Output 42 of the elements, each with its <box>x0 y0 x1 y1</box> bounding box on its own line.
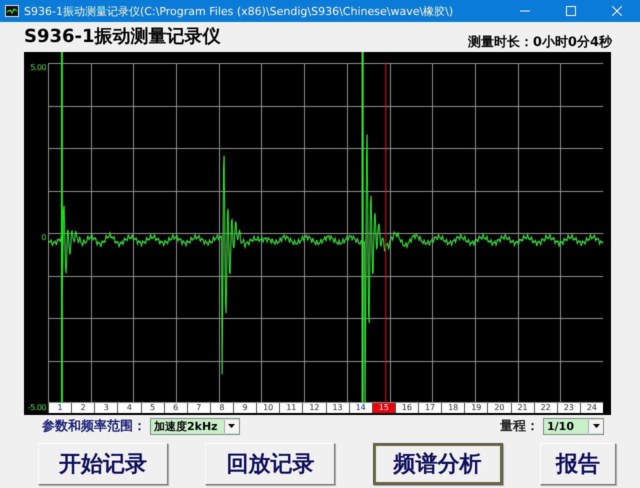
index-cell[interactable]: 1 <box>48 403 72 413</box>
index-cell[interactable]: 20 <box>487 403 510 413</box>
index-cell[interactable]: 22 <box>534 403 557 413</box>
action-button[interactable]: 频谱分析 <box>372 443 503 485</box>
scale-label: 量程： <box>500 418 539 435</box>
index-cell[interactable]: 21 <box>510 403 534 413</box>
duration-text: 测量时长：0小时0分4秒 <box>468 34 612 51</box>
app-title: S936-1振动测量记录仪 <box>24 25 221 48</box>
index-cell[interactable]: 7 <box>186 403 210 413</box>
index-cell[interactable]: 24 <box>580 403 603 413</box>
index-cell[interactable]: 13 <box>326 403 349 413</box>
index-cell[interactable]: 5 <box>140 403 164 413</box>
index-cell[interactable]: 11 <box>279 403 302 413</box>
axis-label: 0 <box>41 233 46 243</box>
index-cell[interactable]: 19 <box>464 403 488 413</box>
maximize-icon <box>566 6 576 16</box>
range-label: 参数和频率范围： <box>42 418 146 435</box>
scale-dropdown[interactable]: 1/10 <box>543 418 604 434</box>
window-title: S936-1振动测量记录仪(C:\Program Files (x86)\Sendig\S936\Chinese\wave\橡胶\) <box>24 4 454 18</box>
action-button[interactable]: 开始记录 <box>38 443 168 485</box>
caret-icon <box>228 424 236 428</box>
index-cell[interactable]: 16 <box>394 403 418 413</box>
close-icon <box>612 6 622 16</box>
axis-label: 5.00 <box>30 63 46 73</box>
index-cell[interactable]: 9 <box>233 403 256 413</box>
index-cell[interactable]: 18 <box>441 403 464 413</box>
action-button[interactable]: 回放记录 <box>205 443 336 485</box>
index-cell[interactable]: 12 <box>302 403 326 413</box>
index-cell[interactable]: 10 <box>256 403 280 413</box>
index-cell[interactable]: 4 <box>117 403 140 413</box>
index-cell[interactable]: 17 <box>418 403 442 413</box>
app-icon <box>5 5 19 17</box>
index-cell[interactable]: 23 <box>556 403 580 413</box>
caret-icon <box>592 424 600 428</box>
range-dropdown[interactable]: 加速度2kHz <box>150 418 240 434</box>
index-cell[interactable]: 6 <box>164 403 187 413</box>
index-cell[interactable]: 15 <box>372 403 395 413</box>
axis-label: -5.00 <box>28 403 46 413</box>
index-cell[interactable]: 3 <box>94 403 118 413</box>
index-cell[interactable]: 2 <box>71 403 94 413</box>
index-cell[interactable]: 8 <box>210 403 233 413</box>
action-button[interactable]: 报告 <box>540 443 616 485</box>
